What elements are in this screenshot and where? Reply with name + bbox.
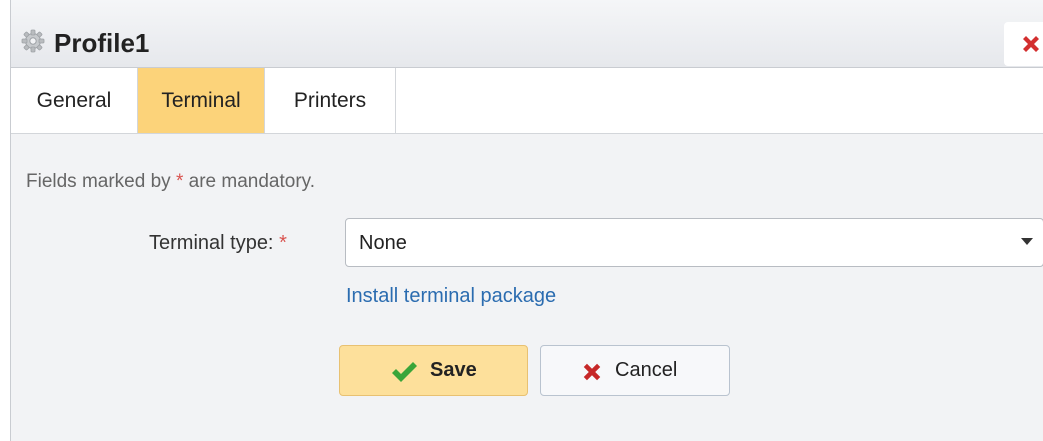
chevron-down-icon bbox=[1021, 238, 1033, 245]
required-marker: * bbox=[279, 232, 287, 254]
terminal-type-label: Terminal type: * bbox=[149, 230, 287, 256]
gear-icon bbox=[21, 29, 45, 53]
tab-printers[interactable]: Printers bbox=[265, 68, 396, 133]
cancel-button[interactable]: Cancel bbox=[540, 345, 730, 396]
close-button[interactable] bbox=[1004, 22, 1043, 66]
dialog-title: Profile1 bbox=[54, 28, 150, 58]
profile-dialog: Profile1 General Terminal Printers Field… bbox=[10, 0, 1043, 441]
save-button-label: Save bbox=[430, 359, 477, 381]
terminal-type-select[interactable]: None bbox=[345, 218, 1043, 267]
mandatory-note-suffix: are mandatory. bbox=[183, 171, 316, 192]
save-button[interactable]: Save bbox=[339, 345, 528, 396]
dialog-titlebar: Profile1 bbox=[11, 0, 1043, 68]
cancel-button-label: Cancel bbox=[615, 359, 678, 381]
install-terminal-package-link[interactable]: Install terminal package bbox=[346, 283, 556, 309]
terminal-type-label-text: Terminal type: bbox=[149, 232, 280, 254]
terminal-type-value: None bbox=[359, 232, 407, 254]
tab-terminal[interactable]: Terminal bbox=[138, 68, 265, 133]
mandatory-fields-note: Fields marked by * are mandatory. bbox=[26, 170, 315, 194]
tab-general[interactable]: General bbox=[11, 68, 138, 133]
mandatory-note-prefix: Fields marked by bbox=[26, 171, 176, 192]
tab-bar: General Terminal Printers bbox=[11, 68, 1043, 134]
